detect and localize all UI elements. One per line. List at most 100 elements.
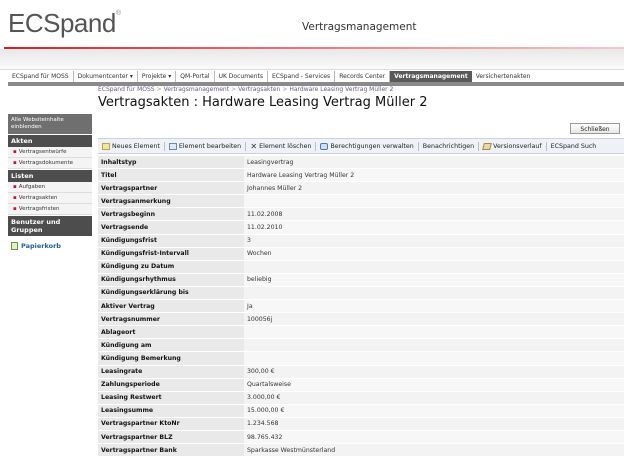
topnav-item[interactable]: Projekte ▾	[138, 71, 177, 82]
property-label: Zahlungsperiode	[98, 378, 244, 392]
toolbar-button[interactable]: Neues Element	[98, 141, 165, 151]
breadcrumb-item: Hardware Leasing Vertrag Müller 2	[289, 86, 394, 93]
topnav-item[interactable]: Dokumentcenter ▾	[74, 71, 138, 82]
left-nav-item-label: Vertragsakten	[18, 195, 58, 201]
property-label: Inhaltstyp	[98, 156, 244, 170]
property-row: Vertragspartner KtoNr 1.234.568	[98, 417, 624, 431]
site-header: ECSpand® Vertragsmanagement	[0, 0, 624, 48]
left-nav-item[interactable]: ▪ Vertragsfristen	[8, 204, 92, 215]
left-nav-item-label: Vertragsdokumente	[18, 160, 73, 166]
property-label: Leasingrate	[98, 365, 244, 379]
logo-mark: ®	[115, 10, 121, 17]
toolbar-button[interactable]: Versionsverlauf	[479, 141, 547, 151]
edit-icon	[168, 142, 177, 150]
property-row: Zahlungsperiode Quartalsweise	[98, 378, 624, 392]
close-button[interactable]: Schließen	[570, 123, 620, 134]
property-value: 3.000,00 €	[244, 391, 624, 405]
toolbar-button[interactable]: Element bearbeiten	[165, 141, 247, 151]
left-navigation: Alle Websiteinhalte einblenden Akten ▪ Ver…	[8, 86, 92, 464]
left-nav-sections: Akten ▪ Vertragsentwürfe ▪ Vertragsdokumente…	[8, 135, 92, 236]
property-row: Vertragsende 11.02.2010	[98, 220, 624, 235]
property-row: Kündigungsrhythmus beliebig	[98, 273, 624, 287]
property-label: Leasingsumme	[98, 404, 244, 418]
property-value: Hardware Leasing Vertrag Müller 2	[244, 168, 624, 183]
toolbar-button-label: Versionsverlauf	[493, 142, 542, 150]
site-title: Vertragsmanagement	[302, 21, 417, 33]
toolbar-button[interactable]: Berechtigungen verwalten	[316, 141, 419, 151]
property-label: Vertragsende	[98, 220, 244, 235]
delete-icon: ✕	[250, 141, 258, 151]
property-row: Leasingrate 300,00 €	[98, 365, 624, 379]
left-nav-heading[interactable]: Akten	[8, 135, 92, 147]
property-value: 15.000,00 €	[244, 404, 624, 418]
top-navigation: ECSpand für MOSS Dokumentcenter ▾ Projekte…	[8, 71, 534, 82]
breadcrumb-item[interactable]: ECSpand für MOSS	[98, 86, 155, 93]
property-value: 1.234.568	[244, 417, 624, 431]
left-nav-heading[interactable]: Listen	[8, 170, 92, 182]
breadcrumb-item[interactable]: Vertragsmanagement	[164, 86, 229, 93]
property-value: Johannes Müller 2	[244, 181, 624, 196]
recycle-bin-link[interactable]: Papierkorb	[8, 240, 92, 252]
permissions-icon	[320, 142, 329, 150]
left-nav-item[interactable]: ▪ Vertragsakten	[8, 193, 92, 204]
left-nav-item[interactable]: ▪ Vertragsdokumente	[8, 158, 92, 169]
property-row: Kündigung am	[98, 338, 624, 353]
toolbar-button-label: ECSpand Such	[550, 142, 597, 150]
item-toolbar: Neues Element Element bearbeiten ✕ Element …	[98, 138, 624, 154]
toolbar-button[interactable]: Benachrichtigen	[419, 141, 480, 151]
bullet-icon: ▪	[13, 195, 17, 201]
topnav-item[interactable]: QM-Portal	[176, 71, 215, 82]
property-value	[244, 260, 624, 274]
topnav-item[interactable]: UK Documents	[215, 71, 269, 82]
breadcrumb-separator: >	[282, 86, 288, 93]
property-label: Kündigung am	[98, 338, 244, 353]
property-row: Leasingsumme 15.000,00 €	[98, 404, 624, 418]
property-value: Sparkasse Westmünsterland	[244, 443, 624, 458]
toolbar-button-label: Neues Element	[112, 142, 160, 150]
bullet-icon: ▪	[13, 184, 17, 190]
toolbar-button-label: Berechtigungen verwalten	[330, 142, 414, 150]
property-row: Leasing Restwert 3.000,00 €	[98, 391, 624, 405]
property-value: 3	[244, 234, 624, 248]
toolbar-button[interactable]: ECSpand Such	[547, 142, 601, 151]
new-item-icon	[102, 142, 110, 150]
property-row: Kündigung Bemerkung	[98, 351, 624, 366]
topnav-item[interactable]: Versichertenakten	[472, 71, 535, 82]
properties-table: Inhaltstyp Leasingvertrag Titel Hardware Le…	[98, 156, 624, 458]
property-value: Quartalsweise	[244, 378, 624, 392]
property-label: Kündigungserklärung bis	[98, 286, 244, 301]
left-nav-item[interactable]: ▪ Aufgaben	[8, 182, 92, 193]
toolbar-button[interactable]: ✕ Element löschen	[246, 141, 317, 151]
property-row: Kündigungserklärung bis	[98, 286, 624, 301]
left-nav-spacer	[8, 86, 92, 114]
recycle-bin-label: Papierkorb	[21, 242, 61, 250]
property-value: Wochen	[244, 247, 624, 261]
property-row: Vertragspartner Bank Sparkasse Westmünste…	[98, 443, 624, 458]
ecspand-logo[interactable]: ECSpand®	[8, 8, 121, 39]
toolbar-button-label: Element bearbeiten	[178, 142, 242, 150]
property-value: 300,00 €	[244, 365, 624, 379]
property-value: 98.765.432	[244, 430, 624, 445]
breadcrumb-item[interactable]: Vertragsakten	[238, 86, 280, 93]
topnav-item[interactable]: ECSpand - Services	[268, 71, 336, 82]
breadcrumb-separator: >	[231, 86, 237, 93]
breadcrumb-separator: >	[156, 86, 162, 93]
property-label: Vertragsbeginn	[98, 207, 244, 222]
header-band	[0, 49, 624, 70]
property-row: Kündigung zu Datum	[98, 260, 624, 274]
property-label: Vertragsanmerkung	[98, 194, 244, 209]
bullet-icon: ▪	[13, 160, 17, 166]
property-row: Vertragspartner Johannes Müller 2	[98, 181, 624, 196]
show-all-content-link[interactable]: Alle Websiteinhalte einblenden	[8, 114, 92, 134]
topnav-item[interactable]: Vertragsmanagement	[390, 71, 472, 82]
toolbar-button-label: Element löschen	[259, 142, 312, 150]
property-row: Titel Hardware Leasing Vertrag Müller 2	[98, 168, 624, 183]
topnav-item[interactable]: Records Center	[335, 71, 391, 82]
version-history-icon	[482, 142, 493, 150]
left-nav-heading[interactable]: Benutzer und Gruppen	[8, 216, 92, 236]
topnav-item[interactable]: ECSpand für MOSS	[8, 71, 74, 82]
property-label: Vertragspartner BLZ	[98, 430, 244, 445]
property-label: Leasing Restwert	[98, 391, 244, 405]
page-title: Vertragsakten : Hardware Leasing Vertrag…	[98, 95, 428, 110]
left-nav-item[interactable]: ▪ Vertragsentwürfe	[8, 147, 92, 158]
